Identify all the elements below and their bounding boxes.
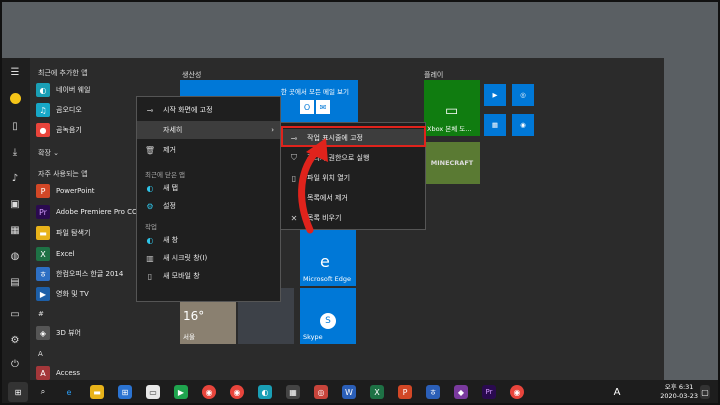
trash-icon: 🗑 <box>144 145 156 155</box>
start-rail: ☰ ▯ ⤓ ♪ ▣ ▦ ◍ ▤ ▭ ⚙ ⏻ <box>2 58 30 380</box>
edge-taskbar-icon[interactable]: e <box>62 385 76 399</box>
excel-taskbar-icon[interactable]: X <box>370 385 384 399</box>
word-taskbar-icon[interactable]: W <box>342 385 356 399</box>
ime-indicator[interactable]: A <box>610 385 624 399</box>
hwp-taskbar-icon[interactable]: ㅎ <box>426 385 440 399</box>
group-play[interactable]: 플레이 <box>424 70 443 80</box>
whale-taskbar-icon[interactable]: ◐ <box>258 385 272 399</box>
app-taskbar-icon[interactable]: ▭ <box>146 385 160 399</box>
network-icon[interactable]: ◍ <box>8 250 22 264</box>
excel-icon: X <box>36 247 50 261</box>
start-menu: ☰ ▯ ⤓ ♪ ▣ ▦ ◍ ▤ ▭ ⚙ ⏻ 최근에 추가한 앱 ◐ 네이버 웨일 … <box>2 58 664 380</box>
chrome-taskbar-icon[interactable]: ◉ <box>202 385 216 399</box>
chrome-taskbar-icon-2[interactable]: ◉ <box>230 385 244 399</box>
music-icon[interactable]: ♪ <box>8 172 22 186</box>
whale-icon: ◐ <box>36 83 50 97</box>
skype-tile[interactable]: S Skype <box>300 288 356 344</box>
minecraft-tile[interactable]: MINECRAFT <box>424 142 480 184</box>
powerpoint-taskbar-icon[interactable]: P <box>398 385 412 399</box>
mail-envelope-icon: ✉ <box>316 100 330 114</box>
webcam-icon: ◉ <box>520 121 526 129</box>
more-item[interactable]: 자세히 › <box>137 121 280 139</box>
user-avatar-icon[interactable] <box>8 92 22 106</box>
tasks-header: 작업 <box>145 223 157 231</box>
movies-tv-icon: ▶ <box>36 287 50 301</box>
calculator-tile[interactable]: ▦ <box>484 114 506 136</box>
system-clock[interactable]: 오후 6:31 2020-03-23 <box>660 383 698 401</box>
personal-folder-icon[interactable]: ▤ <box>8 276 22 290</box>
edge-icon: e <box>320 252 330 271</box>
premiere-icon: Pr <box>36 205 50 219</box>
store-taskbar-icon[interactable]: ⊞ <box>118 385 132 399</box>
frequent-header: 자주 사용되는 앱 <box>38 170 88 178</box>
desktop-background-right <box>664 58 720 380</box>
access-icon: A <box>36 366 50 380</box>
calculator-icon: ▦ <box>491 121 499 129</box>
incognito-icon: ▥ <box>146 253 154 263</box>
3d-viewer-icon: ◈ <box>36 326 50 340</box>
whale-icon: ◐ <box>146 235 154 245</box>
hamburger-icon[interactable]: ☰ <box>8 66 22 80</box>
movies-tile[interactable]: ▶ <box>484 84 506 106</box>
chrome-taskbar-icon-3[interactable]: ◉ <box>510 385 524 399</box>
groove-tile[interactable]: ◎ <box>512 84 534 106</box>
context-menu: ⊸ 시작 화면에 고정 자세히 › 🗑 제거 최근에 닫은 앱 ◐ 새 탭 ⚙ 설정 작업… <box>136 96 281 302</box>
edge-tile[interactable]: e Microsoft Edge <box>300 230 356 286</box>
new-mobile-window-item[interactable]: ▯ 새 모바일 창 <box>137 267 280 285</box>
letter-a[interactable]: A <box>38 350 43 358</box>
media-taskbar-icon[interactable]: ▶ <box>174 385 188 399</box>
hwp-icon: ㅎ <box>36 267 50 281</box>
new-incognito-window-item[interactable]: ▥ 새 시크릿 창(I) <box>137 249 280 267</box>
disc-icon: ◎ <box>520 91 526 99</box>
powerpoint-icon: P <box>36 184 50 198</box>
document-icon[interactable]: ▯ <box>8 120 22 134</box>
new-tab-item[interactable]: ◐ 새 탭 <box>137 179 280 197</box>
new-window-item[interactable]: ◐ 새 창 <box>137 231 280 249</box>
outlook-icon: O <box>300 100 314 114</box>
app2-taskbar-icon[interactable]: ◆ <box>454 385 468 399</box>
calculator-taskbar-icon[interactable]: ▦ <box>286 385 300 399</box>
skype-icon: S <box>320 313 336 329</box>
expand-button[interactable]: 확장 ⌄ <box>38 148 59 158</box>
list-item[interactable]: ◈ 3D 뷰어 <box>36 324 176 342</box>
pin-icon: ⊸ <box>146 105 154 115</box>
recent-closed-header: 최근에 닫은 앱 <box>145 171 186 179</box>
download-icon[interactable]: ⤓ <box>8 146 22 160</box>
camera-tile[interactable]: ◉ <box>512 114 534 136</box>
search-icon[interactable]: ⌕ <box>36 385 50 399</box>
xbox-tile[interactable]: ▭ Xbox 본체 도... <box>424 80 480 136</box>
pictures-icon[interactable]: ▣ <box>8 198 22 212</box>
xbox-icon: ▭ <box>445 103 459 119</box>
annotation-arrow-icon <box>298 138 328 234</box>
uninstall-item[interactable]: 🗑 제거 <box>137 141 280 159</box>
gear-icon: ⚙ <box>146 201 154 211</box>
power-icon[interactable]: ⏻ <box>8 358 22 372</box>
group-productivity[interactable]: 생산성 <box>182 70 201 80</box>
settings-icon[interactable]: ⚙ <box>8 334 22 348</box>
desktop-background-top <box>0 0 720 58</box>
premiere-taskbar-icon[interactable]: Pr <box>482 385 496 399</box>
gom-audio-icon: ♫ <box>36 103 50 117</box>
settings-item[interactable]: ⚙ 설정 <box>137 197 280 215</box>
windows-logo-icon: ⊞ <box>14 387 22 397</box>
folder-icon: ▬ <box>36 226 50 240</box>
gom-recorder-icon: ● <box>36 123 50 137</box>
mobile-icon: ▯ <box>147 271 153 281</box>
taskbar: ⊞ ⌕ e ▬ ⊞ ▭ ▶ ◉ ◉ ◐ ▦ ◎ W X P ㅎ ◆ Pr ◉ A… <box>0 380 720 405</box>
file-explorer-icon[interactable]: ▭ <box>8 308 22 322</box>
recent-header: 최근에 추가한 앱 <box>38 69 88 77</box>
film-icon: ▶ <box>492 91 498 99</box>
pin-to-start-item[interactable]: ⊸ 시작 화면에 고정 <box>137 101 280 119</box>
chevron-down-icon: ⌄ <box>53 149 59 157</box>
windows-start-button[interactable]: ⊞ <box>8 382 28 402</box>
chevron-right-icon: › <box>271 126 274 134</box>
explorer-taskbar-icon[interactable]: ▬ <box>90 385 104 399</box>
capture-taskbar-icon[interactable]: ◎ <box>314 385 328 399</box>
whale-icon: ◐ <box>146 183 154 193</box>
notification-icon[interactable]: ▢ <box>700 385 710 399</box>
video-icon[interactable]: ▦ <box>8 224 22 238</box>
letter-hash[interactable]: # <box>38 310 44 318</box>
